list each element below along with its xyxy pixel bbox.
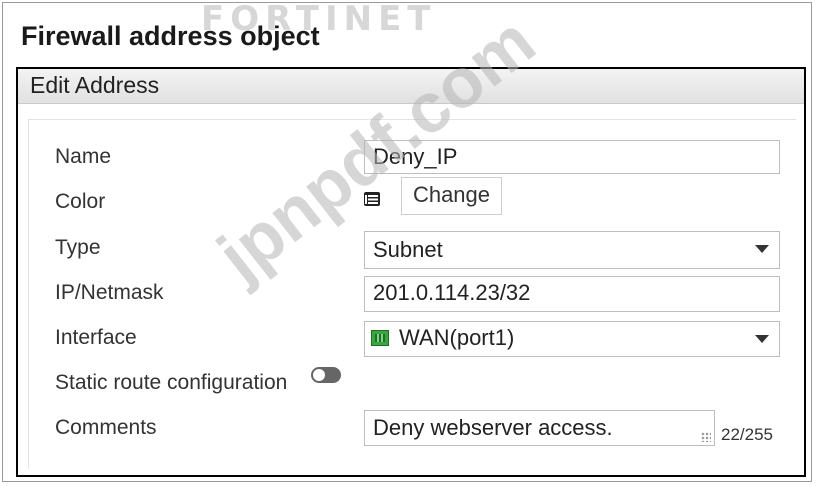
- page-title: Firewall address object: [21, 21, 320, 51]
- panel-header: Edit Address: [18, 69, 804, 104]
- interface-select-value: WAN(port1): [399, 325, 515, 350]
- ip-netmask-label: IP/Netmask: [55, 281, 164, 304]
- toggle-knob: [313, 369, 325, 381]
- type-select[interactable]: Subnet: [364, 231, 780, 269]
- type-select-value: Subnet: [373, 237, 443, 262]
- port-icon: [371, 330, 389, 346]
- ip-netmask-input[interactable]: 201.0.114.23/32: [364, 276, 780, 312]
- static-route-label: Static route configuration: [55, 371, 288, 394]
- color-label: Color: [55, 190, 106, 213]
- interface-label: Interface: [55, 326, 137, 349]
- comments-value: Deny webserver access.: [373, 415, 613, 440]
- static-route-toggle[interactable]: [311, 367, 341, 383]
- edit-address-panel: Edit Address Name Deny_IP Color Change T…: [16, 67, 806, 477]
- window-frame: FORTINET Firewall address object Edit Ad…: [2, 2, 812, 482]
- color-swatch-icon: [364, 192, 380, 206]
- comments-textarea[interactable]: Deny webserver access.: [364, 410, 715, 446]
- form-body: Name Deny_IP Color Change Type Subnet IP…: [28, 119, 796, 469]
- change-color-button[interactable]: Change: [401, 177, 502, 215]
- chevron-down-icon: [755, 245, 769, 253]
- interface-select[interactable]: WAN(port1): [364, 321, 780, 357]
- name-label: Name: [55, 145, 112, 168]
- name-input[interactable]: Deny_IP: [364, 140, 780, 174]
- comments-char-counter: 22/255: [721, 425, 773, 444]
- chevron-down-icon: [755, 335, 769, 343]
- panel-title: Edit Address: [30, 72, 160, 98]
- comments-label: Comments: [55, 416, 157, 439]
- resize-grip-icon[interactable]: [701, 432, 711, 442]
- type-label: Type: [55, 236, 101, 259]
